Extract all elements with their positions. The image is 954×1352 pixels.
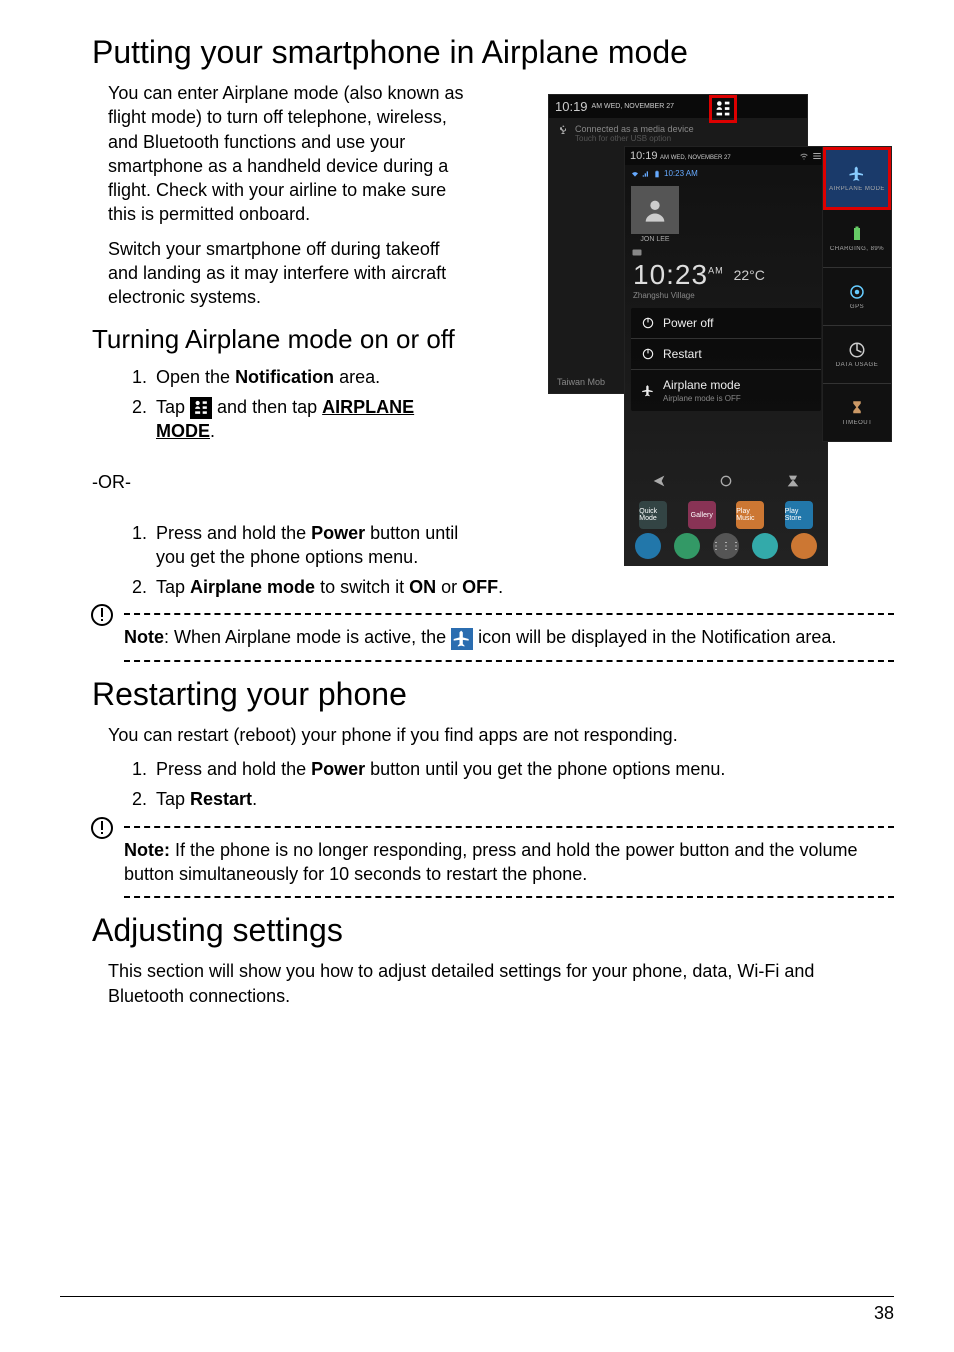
important-icon [90,816,114,840]
heading-adjust: Adjusting settings [92,912,894,949]
message-icon [631,247,643,259]
dock-browser[interactable] [752,533,778,559]
alarm-time: 10:23 AM [664,169,698,178]
quick-settings-icon [190,397,212,419]
battery-icon [848,225,866,243]
status-date: AM WED, NOVEMBER 27 [592,103,674,110]
weather-temp: 22°C [734,267,765,283]
wifi-icon [799,151,809,161]
heading-airplane: Putting your smartphone in Airplane mode [92,34,894,71]
avatar [631,186,679,234]
dock-apps[interactable]: ⋮⋮⋮ [713,533,739,559]
app-dock-row1: Quick Mode Gallery Play Music Play Store [625,499,827,531]
airplane-icon [848,165,866,183]
recent-key-icon[interactable] [785,473,801,489]
restart-item[interactable]: Restart [631,339,821,370]
home-key-icon[interactable] [718,473,734,489]
timeout-icon [848,399,866,417]
restart-step-1: Press and hold the Power button until yo… [152,757,894,781]
data-icon [848,341,866,359]
page-number: 38 [874,1303,894,1323]
restart-steps: Press and hold the Power button until yo… [132,757,894,812]
dock-camera[interactable] [791,533,817,559]
usb-icon [557,124,569,136]
app-dock-row2: ⋮⋮⋮ [625,531,827,561]
carrier-label: Taiwan Mob [557,377,605,387]
location-label: Zhangshu Village [625,291,827,300]
airplane-step-1: Open the Notification area. [152,365,472,389]
status-time: 10:19 [555,99,588,114]
airplane-mode-item[interactable]: Airplane mode Airplane mode is OFF [631,370,821,411]
airplane-intro-1: You can enter Airplane mode (also known … [108,81,468,227]
airplane-alt-step-1: Press and hold the Power button until yo… [152,521,492,570]
airplane-intro-2: Switch your smartphone off during takeof… [108,237,468,310]
power-icon [641,347,655,361]
qs-timeout-tile[interactable]: TIMEOUT [823,384,891,441]
dock-app-gallery[interactable]: Gallery [688,501,716,529]
signal-icon [642,170,650,178]
usb-notification-title: Connected as a media device [575,124,694,134]
restart-step-2: Tap Restart. [152,787,894,811]
power-icon [641,316,655,330]
usb-notification-sub: Touch for other USB option [575,134,694,143]
wifi-icon [631,170,639,178]
qs-data-tile[interactable]: DATA USAGE [823,326,891,384]
settings-icon [812,151,822,161]
restart-intro: You can restart (reboot) your phone if y… [108,723,894,747]
dock-app-playmusic[interactable]: Play Music [736,501,764,529]
composite-screenshot: 10:19 AM WED, NOVEMBER 27 Connected as a… [548,94,892,566]
user-name: JON LEE [631,236,679,243]
page-footer: 38 [60,1296,894,1324]
qs-gps-tile[interactable]: GPS [823,268,891,326]
airplane-alt-step-2: Tap Airplane mode to switch it ON or OFF… [152,575,832,599]
qs-charging-tile[interactable]: CHARGING, 89% [823,210,891,268]
important-icon [90,603,114,627]
heading-restart: Restarting your phone [92,676,894,713]
airplane-step-2: Tap and then tap AIRPLANE MODE. [152,395,472,444]
dock-app-playstore[interactable]: Play Store [785,501,813,529]
restart-note: Note: If the phone is no longer respondi… [94,826,894,899]
airplane-steps: Open the Notification area. Tap and then… [132,365,472,444]
power-menu: Power off Restart Airplane mode Airplane… [631,308,821,411]
dock-phone[interactable] [635,533,661,559]
quick-settings-column: AIRPLANE MODE CHARGING, 89% GPS DATA USA… [822,146,892,442]
airplane-icon [641,384,655,398]
power-off-item[interactable]: Power off [631,308,821,339]
airplane-note: Note: When Airplane mode is active, the … [94,613,894,661]
qs-airplane-tile[interactable]: AIRPLANE MODE [823,147,891,210]
gps-icon [848,283,866,301]
airplane-icon [451,628,473,650]
dock-app-quickmode[interactable]: Quick Mode [639,501,667,529]
dock-messages[interactable] [674,533,700,559]
back-key-icon[interactable] [651,473,667,489]
home-screen: 10:19 AM WED, NOVEMBER 27 10:23 AM [624,146,828,566]
battery-icon [653,170,661,178]
softkeys [625,467,827,495]
adjust-intro: This section will show you how to adjust… [108,959,894,1008]
